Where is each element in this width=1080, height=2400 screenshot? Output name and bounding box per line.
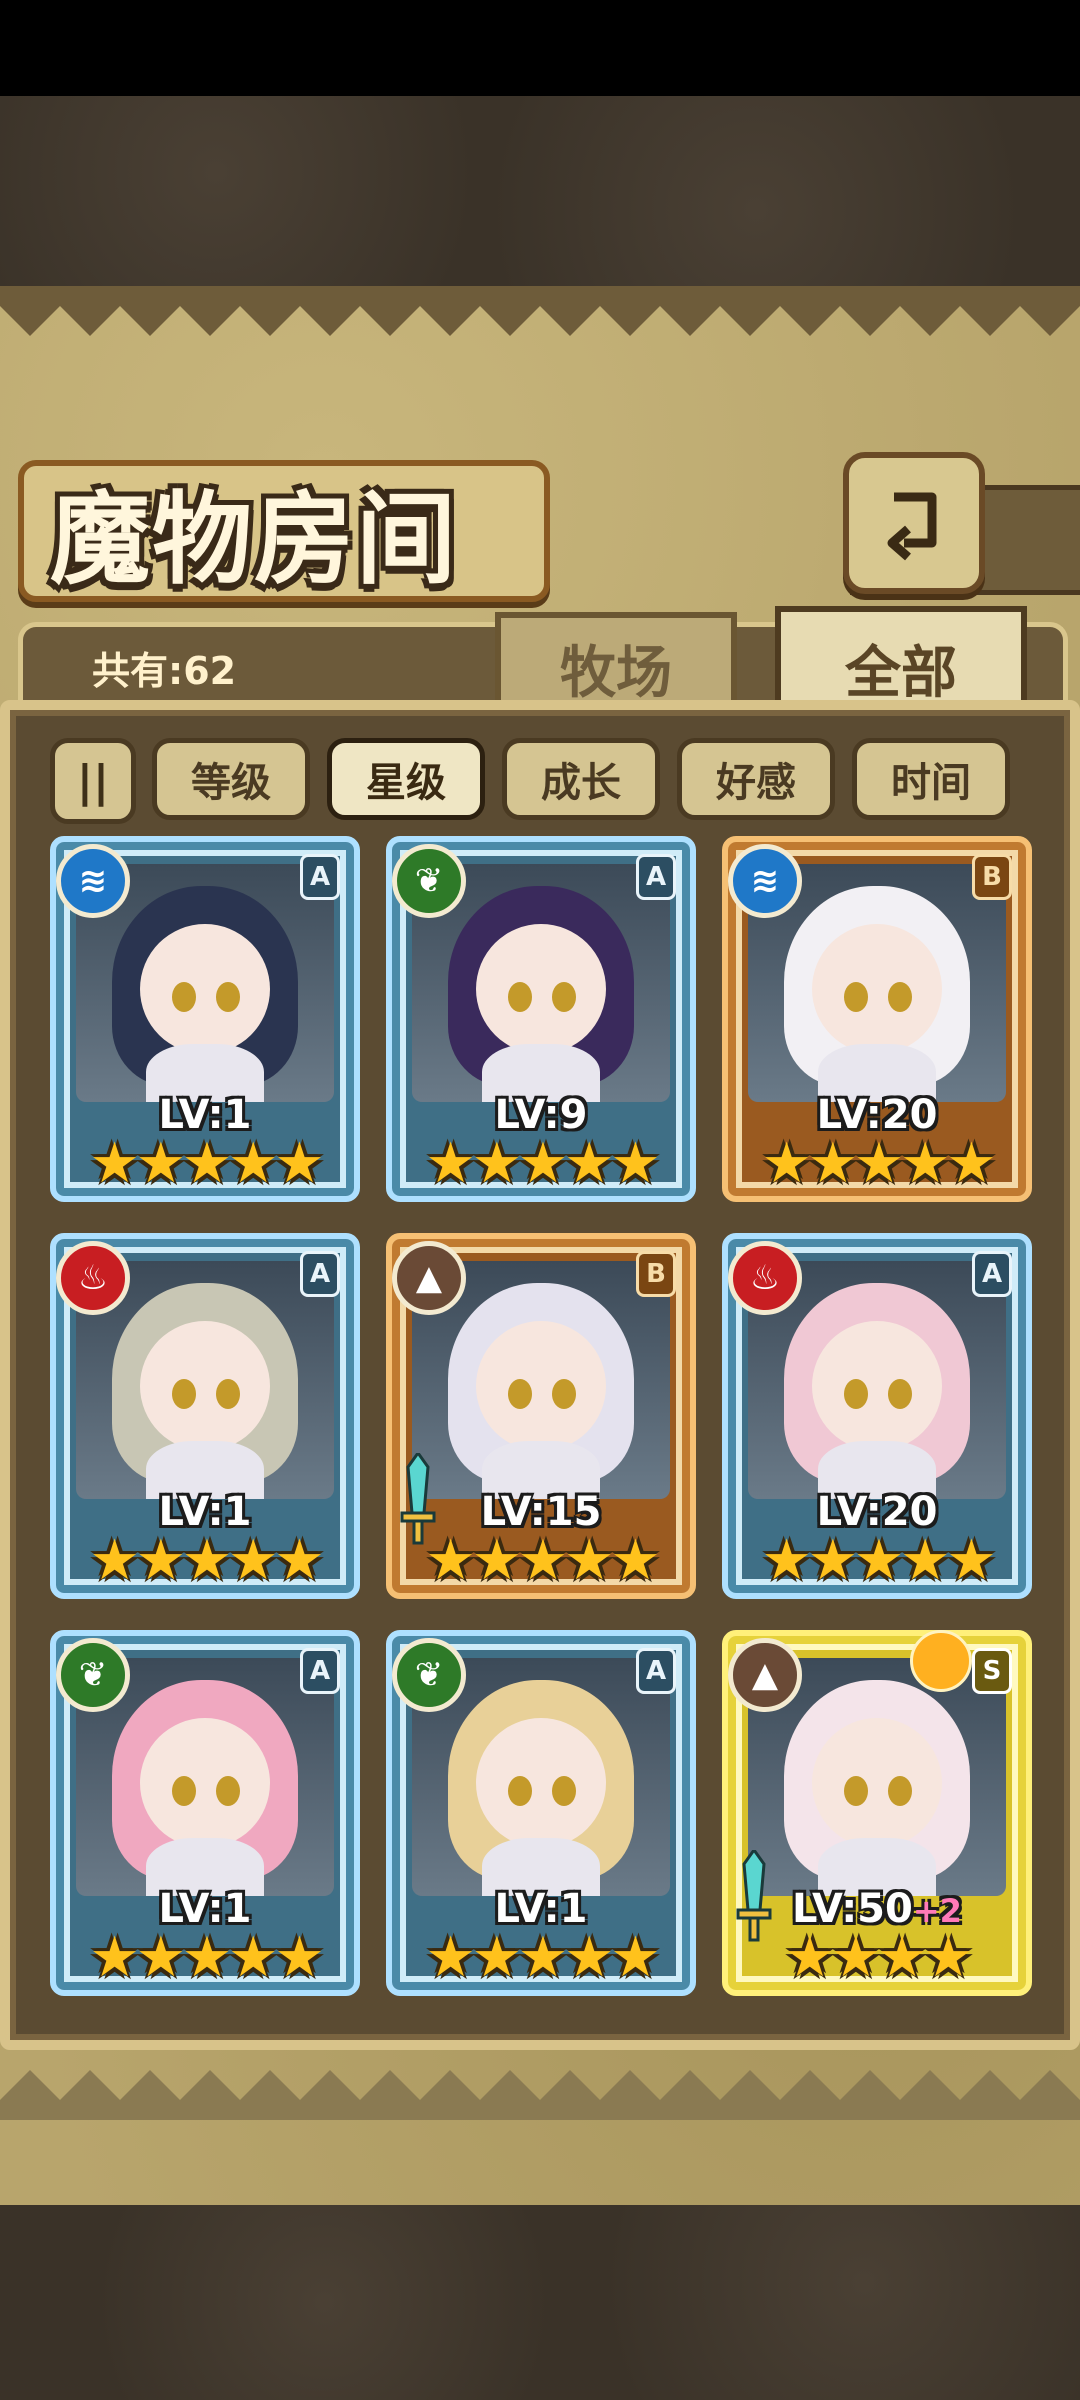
grade-badge: A [300, 1251, 340, 1297]
monster-card[interactable]: ≋ A LV:1 ★ ★ ★ ★ ★ [50, 836, 360, 1202]
star-icon: ★ [181, 1528, 233, 1593]
star-icon: ★ [610, 1925, 661, 1990]
monster-card[interactable]: ▲ S LV:50+2 ★ ★ ★ ★ [722, 1630, 1032, 1996]
monster-card[interactable]: ❦ A LV:9 ★ ★ ★ ★ ★ [386, 836, 696, 1202]
sort-order-toggle[interactable]: || [50, 738, 136, 824]
star-icon: ★ [807, 1131, 858, 1196]
star-icon: ★ [274, 1925, 325, 1990]
star-icon: ★ [564, 1528, 615, 1593]
leaf-icon: ❦ [392, 1638, 466, 1712]
grade-badge: A [972, 1251, 1012, 1297]
monster-card[interactable]: ❦ A LV:1 ★ ★ ★ ★ ★ [50, 1630, 360, 1996]
sort-button-level[interactable]: 等级 [152, 738, 310, 820]
zigzag-edge-bottom [0, 2070, 1080, 2120]
star-icon: ★ [181, 1925, 233, 1990]
star-rating: ★ ★ ★ ★ ★ [426, 1131, 661, 1196]
star-icon: ★ [761, 1131, 812, 1196]
star-icon: ★ [471, 1131, 522, 1196]
monster-card[interactable]: ♨ A LV:1 ★ ★ ★ ★ ★ [50, 1233, 360, 1599]
star-icon: ★ [900, 1528, 951, 1593]
water-wave-icon: ≋ [56, 844, 130, 918]
status-bar [0, 0, 1080, 96]
flame-icon: ♨ [56, 1241, 130, 1315]
back-button[interactable] [843, 452, 985, 594]
grade-badge: A [300, 1648, 340, 1694]
star-icon: ★ [610, 1528, 661, 1593]
star-rating: ★ ★ ★ ★ [772, 1930, 986, 1986]
star-icon: ★ [853, 1528, 905, 1593]
star-icon: ★ [89, 1528, 140, 1593]
star-rating: ★ ★ ★ ★ ★ [762, 1131, 997, 1196]
monster-card[interactable]: ▲ B LV:15 ★ ★ ★ ★ ★ [386, 1233, 696, 1599]
star-icon: ★ [784, 1925, 835, 1990]
star-rating: ★ ★ ★ ★ ★ [426, 1925, 661, 1990]
star-icon: ★ [517, 1528, 569, 1593]
zigzag-edge-top [0, 286, 1080, 336]
grade-badge: A [636, 854, 676, 900]
star-rating: ★ ★ ★ ★ ★ [90, 1528, 325, 1593]
star-icon: ★ [877, 1925, 928, 1990]
star-icon: ★ [807, 1528, 858, 1593]
monster-count: 共有:62 [92, 649, 237, 693]
monster-card[interactable]: ≋ B LV:20 ★ ★ ★ ★ ★ [722, 836, 1032, 1202]
star-icon: ★ [425, 1925, 476, 1990]
grade-badge: A [300, 854, 340, 900]
grade-badge: B [636, 1251, 676, 1297]
star-icon: ★ [228, 1131, 279, 1196]
return-arrow-icon [887, 492, 937, 561]
star-icon: ★ [135, 1131, 186, 1196]
monster-card[interactable]: ❦ A LV:1 ★ ★ ★ ★ ★ [386, 1630, 696, 1996]
star-icon: ★ [471, 1528, 522, 1593]
star-icon: ★ [135, 1925, 186, 1990]
star-rating: ★ ★ ★ ★ ★ [426, 1528, 661, 1593]
water-wave-icon: ≋ [728, 844, 802, 918]
sort-button-growth[interactable]: 成长 [502, 738, 660, 820]
star-icon: ★ [89, 1131, 140, 1196]
page-title: 魔物房间 [50, 481, 458, 598]
map-background-top [0, 96, 1080, 286]
star-icon: ★ [228, 1925, 279, 1990]
star-icon: ★ [471, 1925, 522, 1990]
sort-button-affection[interactable]: 好感 [677, 738, 835, 820]
star-icon: ★ [425, 1131, 476, 1196]
star-rating: ★ ★ ★ ★ ★ [90, 1131, 325, 1196]
star-icon: ★ [853, 1131, 905, 1196]
star-icon: ★ [181, 1131, 233, 1196]
grade-badge: B [972, 854, 1012, 900]
mountain-icon: ▲ [392, 1241, 466, 1315]
star-icon: ★ [830, 1925, 881, 1990]
star-icon: ★ [761, 1528, 812, 1593]
mountain-icon: ▲ [728, 1638, 802, 1712]
star-icon: ★ [564, 1131, 615, 1196]
grade-badge: S [972, 1648, 1012, 1694]
orange-fruit-icon [910, 1630, 972, 1692]
sort-button-time[interactable]: 时间 [852, 738, 1010, 820]
star-rating: ★ ★ ★ ★ ★ [762, 1528, 997, 1593]
star-icon: ★ [89, 1925, 140, 1990]
star-icon: ★ [946, 1528, 997, 1593]
star-icon: ★ [135, 1528, 186, 1593]
star-icon: ★ [946, 1131, 997, 1196]
star-icon: ★ [564, 1925, 615, 1990]
star-icon: ★ [517, 1131, 569, 1196]
star-icon: ★ [228, 1528, 279, 1593]
star-icon: ★ [900, 1131, 951, 1196]
sort-button-star[interactable]: 星级 [327, 738, 485, 820]
star-icon: ★ [517, 1925, 569, 1990]
leaf-icon: ❦ [392, 844, 466, 918]
monster-card[interactable]: ♨ A LV:20 ★ ★ ★ ★ ★ [722, 1233, 1032, 1599]
star-icon: ★ [274, 1131, 325, 1196]
leaf-icon: ❦ [56, 1638, 130, 1712]
star-icon: ★ [425, 1528, 476, 1593]
star-icon: ★ [923, 1925, 974, 1990]
grade-badge: A [636, 1648, 676, 1694]
star-icon: ★ [610, 1131, 661, 1196]
star-icon: ★ [274, 1528, 325, 1593]
star-rating: ★ ★ ★ ★ ★ [90, 1925, 325, 1990]
flame-icon: ♨ [728, 1241, 802, 1315]
map-background-bottom [0, 2205, 1080, 2400]
